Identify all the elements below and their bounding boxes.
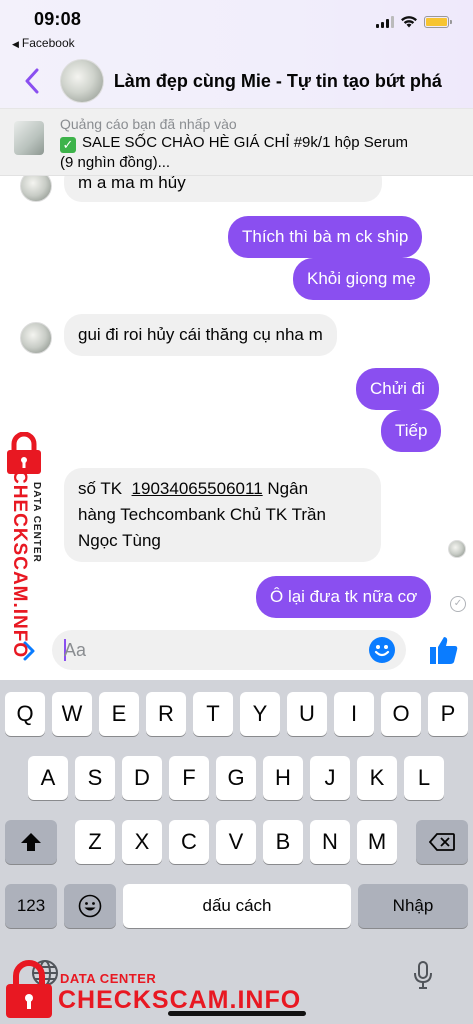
space-key[interactable]: dấu cách [123,884,351,928]
key[interactable]: H [263,756,303,800]
ad-text: ✓ SALE SỐC CHÀO HÈ GIÁ CHỈ #9k/1 hộp Seru… [60,133,460,172]
key[interactable]: P [428,692,468,736]
message-incoming[interactable]: m a ma m hủy [64,176,382,202]
key[interactable]: T [193,692,233,736]
cellular-signal-icon [376,16,394,28]
key[interactable]: B [263,820,303,864]
watermark-sub-bottom: DATA CENTER [60,971,157,986]
key[interactable]: N [310,820,350,864]
sent-check-icon: ✓ [450,596,466,612]
key[interactable]: O [381,692,421,736]
account-bank-1: Ngân [267,479,309,498]
watermark-lock-globe-icon [6,960,52,1018]
key[interactable]: G [216,756,256,800]
ad-text-line1: SALE SỐC CHÀO HÈ GIÁ CHỈ #9k/1 hộp Serum [82,134,408,151]
message-input-wrap[interactable] [52,630,406,670]
back-triangle-icon: ◀ [12,39,19,49]
seen-avatar [448,540,466,558]
sender-avatar [20,176,52,202]
emoji-key[interactable] [64,884,116,928]
backspace-icon [428,833,455,851]
emoji-icon[interactable] [368,636,396,664]
key[interactable]: C [169,820,209,864]
message-list[interactable]: m a ma m hủy Thích thì bà m ck ship Khỏi… [0,176,473,630]
ad-text-line2: (9 nghìn đồng)... [60,154,171,171]
key[interactable]: I [334,692,374,736]
key[interactable]: J [310,756,350,800]
message-incoming-account[interactable]: số TK 19034065506011 Ngân hàng Techcomba… [64,468,381,562]
back-to-app-link[interactable]: ◀ Facebook [12,36,75,50]
microphone-icon[interactable] [412,960,434,990]
composer-bar [0,630,473,674]
message-outgoing[interactable]: Khỏi giọng mẹ [293,258,430,300]
return-key[interactable]: Nhập [358,884,468,928]
status-time: 09:08 [34,9,82,29]
account-prefix: số TK [78,479,123,498]
thumbs-up-icon[interactable] [426,633,460,667]
watermark-sub-vertical: DATA CENTER [31,482,42,563]
page-avatar[interactable] [59,59,104,103]
account-bank-2: hàng Techcombank Chủ TK Trần [78,505,326,524]
sender-avatar [20,322,52,354]
key[interactable]: Y [240,692,280,736]
emoji-face-icon [78,894,102,918]
watermark-vertical: CHECKSCAM.INFO DATA CENTER [2,470,42,670]
status-icons [376,16,452,28]
key[interactable]: Z [75,820,115,864]
key[interactable]: K [357,756,397,800]
back-button[interactable] [10,59,54,103]
message-outgoing[interactable]: Chửi đi [356,368,439,410]
key[interactable]: F [169,756,209,800]
numbers-key[interactable]: 123 [5,884,57,928]
key[interactable]: A [28,756,68,800]
conversation-title[interactable]: Làm đẹp cùng Mie - Tự tin tạo bứt phá [114,71,473,92]
account-number-link[interactable]: 19034065506011 [132,479,263,498]
key[interactable]: S [75,756,115,800]
key[interactable]: L [404,756,444,800]
wifi-icon [401,16,417,28]
backspace-key[interactable] [416,820,468,864]
shift-key[interactable] [5,820,57,864]
account-owner: Ngọc Tùng [78,531,161,550]
message-incoming[interactable]: gui đi roi hủy cái thăng cụ nha m [64,314,337,356]
key[interactable]: Q [5,692,45,736]
message-outgoing[interactable]: Tiếp [381,410,442,452]
watermark-brand-vertical: CHECKSCAM.INFO [9,470,30,659]
key[interactable]: W [52,692,92,736]
back-app-label: Facebook [21,36,75,50]
conversation-header: Làm đẹp cùng Mie - Tự tin tạo bứt phá [0,58,473,104]
key[interactable]: V [216,820,256,864]
key[interactable]: U [287,692,327,736]
ad-banner[interactable]: Quảng cáo bạn đã nhấp vào ✓ SALE SỐC CHÀO… [0,108,473,176]
home-indicator [168,1011,306,1016]
message-outgoing[interactable]: Thích thì bà m ck ship [228,216,423,258]
ad-thumbnail [14,121,44,155]
key[interactable]: X [122,820,162,864]
ad-caption: Quảng cáo bạn đã nhấp vào [60,116,237,132]
battery-icon [424,16,452,28]
key[interactable]: D [122,756,162,800]
checkmark-emoji-icon: ✓ [60,137,76,153]
message-input[interactable] [64,638,364,662]
top-bar: 09:08 ◀ Facebook Làm đẹp cùng Mie - Tự ti… [0,0,473,108]
key[interactable]: M [357,820,397,864]
message-outgoing[interactable]: Ô lại đưa tk nữa cơ [256,576,432,618]
key[interactable]: E [99,692,139,736]
key[interactable]: R [146,692,186,736]
shift-arrow-icon [21,833,41,851]
chevron-left-icon [25,68,39,94]
